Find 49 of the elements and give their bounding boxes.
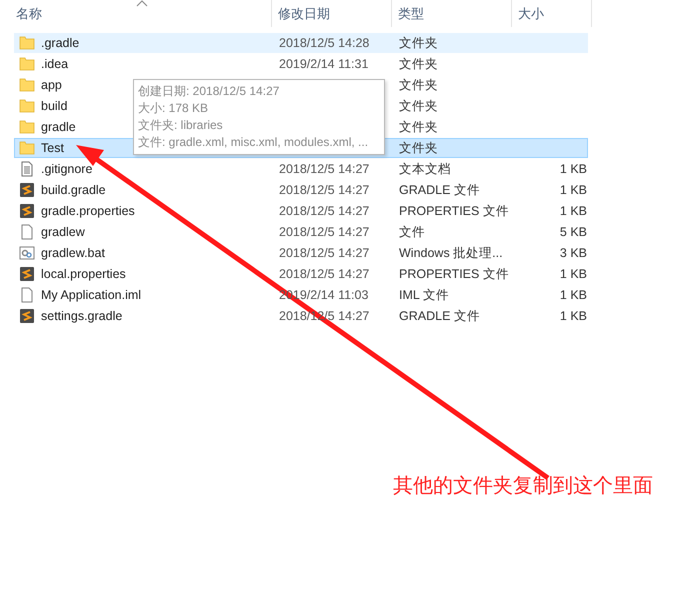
file-type: PROPERTIES 文件 [399,204,509,218]
modified-date: 2018/12/5 14:28 [279,36,370,50]
file-name: Test [41,141,64,155]
file-name: .idea [41,57,68,71]
file-name: build [41,99,68,113]
file-type: GRADLE 文件 [399,182,480,196]
file-name: .gitignore [41,162,92,176]
modified-date: 2018/12/5 14:27 [279,183,370,197]
file-type: Windows 批处理... [399,246,503,260]
file-name: gradlew [41,225,85,239]
file-type: 文本文档 [399,162,451,176]
file-size: 1 KB [560,288,587,302]
file-name: My Application.iml [41,288,142,302]
modified-date: 2018/12/5 14:27 [279,162,370,176]
file-type: GRADLE 文件 [399,308,480,322]
file-size: 3 KB [560,246,587,260]
file-type: 文件夹 [399,78,438,92]
tooltip-line: 文件夹: libraries [138,117,224,134]
file-name: build.gradle [41,183,106,197]
file-type: PROPERTIES 文件 [399,266,509,280]
modified-date: 2019/2/14 11:31 [279,57,368,71]
file-type: 文件夹 [399,98,438,112]
file-size: 5 KB [560,225,587,239]
tooltip-line: 文件: gradle.xml, misc.xml, modules.xml, ... [138,134,370,151]
file-name: .gradle [41,36,80,50]
file-name: gradle [41,120,76,134]
modified-date: 2018/12/5 14:27 [279,204,370,218]
file-type: IML 文件 [399,288,449,302]
file-size: 1 KB [560,183,587,197]
file-type: 文件夹 [399,120,438,134]
tooltip-line: 大小: 178 KB [138,100,210,117]
modified-date: 2018/12/5 14:27 [279,267,370,281]
file-name: gradle.properties [41,204,135,218]
file-name: settings.gradle [41,309,122,323]
file-type: 文件夹 [399,36,438,50]
file-size: 1 KB [560,204,587,218]
tooltip-line: 创建日期: 2018/12/5 14:27 [138,83,280,100]
modified-date: 2018/12/5 14:27 [279,246,370,260]
modified-date: 2018/12/5 14:27 [279,225,370,239]
file-name: gradlew.bat [41,246,105,260]
file-name: app [41,78,62,92]
annotation-text: 其他的文件夹复制到这个里面 [393,474,653,499]
file-type: 文件夹 [399,140,438,154]
file-size: 1 KB [560,309,587,323]
file-type: 文件 [399,224,425,238]
file-name: local.properties [41,267,126,281]
file-size: 1 KB [560,162,587,176]
file-size: 1 KB [560,267,587,281]
file-type: 文件夹 [399,56,438,70]
